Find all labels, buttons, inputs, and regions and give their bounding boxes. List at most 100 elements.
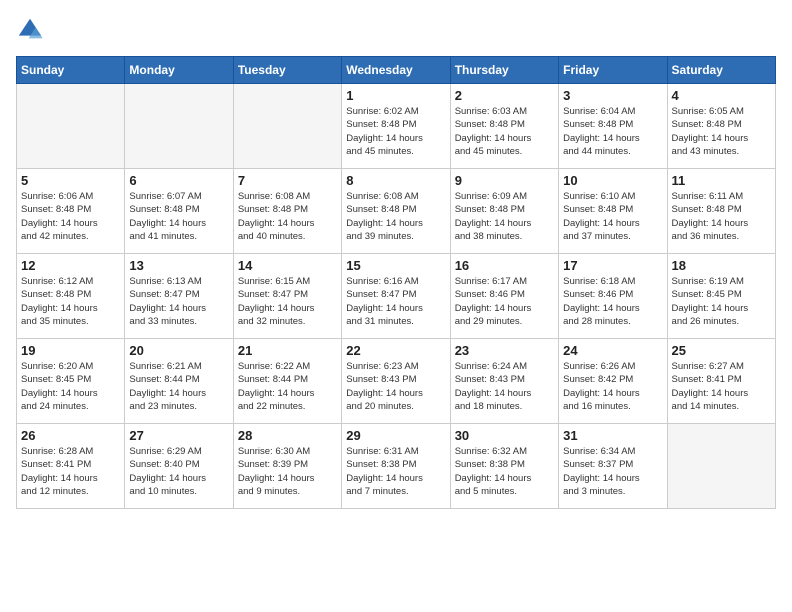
calendar-header-row: SundayMondayTuesdayWednesdayThursdayFrid… [17, 57, 776, 84]
day-info: Sunrise: 6:02 AM Sunset: 8:48 PM Dayligh… [346, 105, 445, 158]
day-info: Sunrise: 6:06 AM Sunset: 8:48 PM Dayligh… [21, 190, 120, 243]
day-info: Sunrise: 6:03 AM Sunset: 8:48 PM Dayligh… [455, 105, 554, 158]
calendar-cell: 1 Sunrise: 6:02 AM Sunset: 8:48 PM Daylig… [342, 84, 450, 169]
day-number: 13 [129, 258, 228, 273]
day-info: Sunrise: 6:11 AM Sunset: 8:48 PM Dayligh… [672, 190, 771, 243]
day-info: Sunrise: 6:15 AM Sunset: 8:47 PM Dayligh… [238, 275, 337, 328]
calendar-cell: 9Sunrise: 6:09 AM Sunset: 8:48 PM Daylig… [450, 169, 558, 254]
calendar-cell: 29 Sunrise: 6:31 AM Sunset: 8:38 PM Dayli… [342, 424, 450, 509]
calendar-cell [125, 84, 233, 169]
calendar-cell: 27 Sunrise: 6:29 AM Sunset: 8:40 PM Dayli… [125, 424, 233, 509]
day-info: Sunrise: 6:31 AM Sunset: 8:38 PM Dayligh… [346, 445, 445, 498]
calendar-cell: 10 Sunrise: 6:10 AM Sunset: 8:48 PM Dayli… [559, 169, 667, 254]
day-info: Sunrise: 6:08 AM Sunset: 8:48 PM Dayligh… [346, 190, 445, 243]
day-info: Sunrise: 6:18 AM Sunset: 8:46 PM Dayligh… [563, 275, 662, 328]
day-info: Sunrise: 6:28 AM Sunset: 8:41 PM Dayligh… [21, 445, 120, 498]
calendar-cell: 17 Sunrise: 6:18 AM Sunset: 8:46 PM Dayli… [559, 254, 667, 339]
day-info: Sunrise: 6:05 AM Sunset: 8:48 PM Dayligh… [672, 105, 771, 158]
day-number: 3 [563, 88, 662, 103]
day-number: 18 [672, 258, 771, 273]
day-number: 26 [21, 428, 120, 443]
calendar-week-row: 5 Sunrise: 6:06 AM Sunset: 8:48 PM Daylig… [17, 169, 776, 254]
day-info: Sunrise: 6:32 AM Sunset: 8:38 PM Dayligh… [455, 445, 554, 498]
calendar-cell: 5 Sunrise: 6:06 AM Sunset: 8:48 PM Daylig… [17, 169, 125, 254]
day-info: Sunrise: 6:21 AM Sunset: 8:44 PM Dayligh… [129, 360, 228, 413]
day-number: 27 [129, 428, 228, 443]
day-number: 8 [346, 173, 445, 188]
day-info: Sunrise: 6:24 AM Sunset: 8:43 PM Dayligh… [455, 360, 554, 413]
day-number: 30 [455, 428, 554, 443]
day-number: 17 [563, 258, 662, 273]
day-info: Sunrise: 6:29 AM Sunset: 8:40 PM Dayligh… [129, 445, 228, 498]
day-info: Sunrise: 6:07 AM Sunset: 8:48 PM Dayligh… [129, 190, 228, 243]
calendar-table: SundayMondayTuesdayWednesdayThursdayFrid… [16, 56, 776, 509]
day-number: 7 [238, 173, 337, 188]
day-header: Tuesday [233, 57, 341, 84]
calendar-cell: 13 Sunrise: 6:13 AM Sunset: 8:47 PM Dayli… [125, 254, 233, 339]
calendar-week-row: 26 Sunrise: 6:28 AM Sunset: 8:41 PM Dayli… [17, 424, 776, 509]
day-header: Wednesday [342, 57, 450, 84]
day-info: Sunrise: 6:08 AM Sunset: 8:48 PM Dayligh… [238, 190, 337, 243]
day-header: Friday [559, 57, 667, 84]
day-number: 14 [238, 258, 337, 273]
day-info: Sunrise: 6:26 AM Sunset: 8:42 PM Dayligh… [563, 360, 662, 413]
calendar-cell: 14 Sunrise: 6:15 AM Sunset: 8:47 PM Dayli… [233, 254, 341, 339]
day-number: 5 [21, 173, 120, 188]
calendar-cell: 3 Sunrise: 6:04 AM Sunset: 8:48 PM Daylig… [559, 84, 667, 169]
day-number: 6 [129, 173, 228, 188]
day-number: 25 [672, 343, 771, 358]
day-number: 22 [346, 343, 445, 358]
day-info: Sunrise: 6:34 AM Sunset: 8:37 PM Dayligh… [563, 445, 662, 498]
calendar-cell: 11 Sunrise: 6:11 AM Sunset: 8:48 PM Dayli… [667, 169, 775, 254]
day-number: 2 [455, 88, 554, 103]
calendar-cell: 23Sunrise: 6:24 AM Sunset: 8:43 PM Dayli… [450, 339, 558, 424]
page-header [16, 16, 776, 44]
day-header: Monday [125, 57, 233, 84]
calendar-cell [667, 424, 775, 509]
day-number: 31 [563, 428, 662, 443]
calendar-cell: 2 Sunrise: 6:03 AM Sunset: 8:48 PM Daylig… [450, 84, 558, 169]
calendar-cell: 15 Sunrise: 6:16 AM Sunset: 8:47 PM Dayli… [342, 254, 450, 339]
day-number: 4 [672, 88, 771, 103]
day-number: 29 [346, 428, 445, 443]
day-header: Thursday [450, 57, 558, 84]
calendar-cell: 30 Sunrise: 6:32 AM Sunset: 8:38 PM Dayli… [450, 424, 558, 509]
day-number: 21 [238, 343, 337, 358]
day-info: Sunrise: 6:27 AM Sunset: 8:41 PM Dayligh… [672, 360, 771, 413]
calendar-cell: 6 Sunrise: 6:07 AM Sunset: 8:48 PM Daylig… [125, 169, 233, 254]
calendar-cell: 31 Sunrise: 6:34 AM Sunset: 8:37 PM Dayli… [559, 424, 667, 509]
calendar-cell: 18Sunrise: 6:19 AM Sunset: 8:45 PM Dayli… [667, 254, 775, 339]
day-number: 11 [672, 173, 771, 188]
calendar-week-row: 12Sunrise: 6:12 AM Sunset: 8:48 PM Dayli… [17, 254, 776, 339]
day-info: Sunrise: 6:22 AM Sunset: 8:44 PM Dayligh… [238, 360, 337, 413]
day-number: 1 [346, 88, 445, 103]
calendar-cell: 20 Sunrise: 6:21 AM Sunset: 8:44 PM Dayli… [125, 339, 233, 424]
calendar-cell: 4 Sunrise: 6:05 AM Sunset: 8:48 PM Daylig… [667, 84, 775, 169]
day-info: Sunrise: 6:17 AM Sunset: 8:46 PM Dayligh… [455, 275, 554, 328]
day-number: 20 [129, 343, 228, 358]
day-header: Saturday [667, 57, 775, 84]
day-info: Sunrise: 6:04 AM Sunset: 8:48 PM Dayligh… [563, 105, 662, 158]
day-info: Sunrise: 6:09 AM Sunset: 8:48 PM Dayligh… [455, 190, 554, 243]
day-header: Sunday [17, 57, 125, 84]
day-info: Sunrise: 6:16 AM Sunset: 8:47 PM Dayligh… [346, 275, 445, 328]
day-number: 15 [346, 258, 445, 273]
calendar-cell: 28 Sunrise: 6:30 AM Sunset: 8:39 PM Dayli… [233, 424, 341, 509]
day-info: Sunrise: 6:10 AM Sunset: 8:48 PM Dayligh… [563, 190, 662, 243]
calendar-cell: 8 Sunrise: 6:08 AM Sunset: 8:48 PM Daylig… [342, 169, 450, 254]
day-info: Sunrise: 6:12 AM Sunset: 8:48 PM Dayligh… [21, 275, 120, 328]
day-info: Sunrise: 6:30 AM Sunset: 8:39 PM Dayligh… [238, 445, 337, 498]
calendar-cell: 24Sunrise: 6:26 AM Sunset: 8:42 PM Dayli… [559, 339, 667, 424]
day-info: Sunrise: 6:13 AM Sunset: 8:47 PM Dayligh… [129, 275, 228, 328]
day-number: 19 [21, 343, 120, 358]
calendar-cell: 22 Sunrise: 6:23 AM Sunset: 8:43 PM Dayli… [342, 339, 450, 424]
calendar-week-row: 19Sunrise: 6:20 AM Sunset: 8:45 PM Dayli… [17, 339, 776, 424]
calendar-week-row: 1 Sunrise: 6:02 AM Sunset: 8:48 PM Daylig… [17, 84, 776, 169]
day-info: Sunrise: 6:23 AM Sunset: 8:43 PM Dayligh… [346, 360, 445, 413]
calendar-cell: 12Sunrise: 6:12 AM Sunset: 8:48 PM Dayli… [17, 254, 125, 339]
logo [16, 16, 48, 44]
logo-icon [16, 16, 44, 44]
day-number: 10 [563, 173, 662, 188]
day-number: 28 [238, 428, 337, 443]
calendar-cell: 21 Sunrise: 6:22 AM Sunset: 8:44 PM Dayli… [233, 339, 341, 424]
